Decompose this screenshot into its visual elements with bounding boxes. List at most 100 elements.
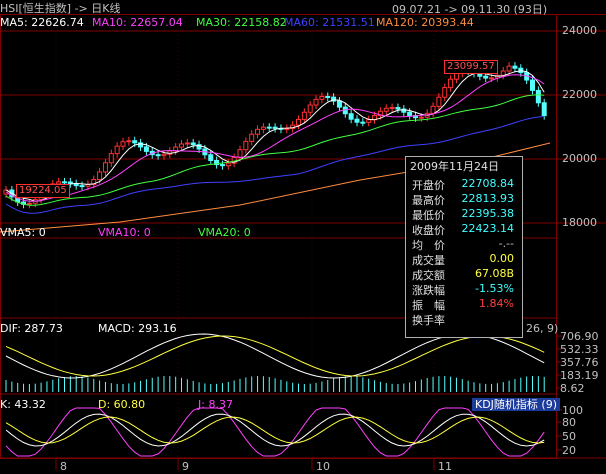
info-row-close: 收盘价 22423.14 [412, 222, 514, 237]
candle-body [108, 153, 114, 164]
ma120-legend: MA120: 20393.44 [376, 16, 474, 29]
kdj-tick-80: 80 [562, 416, 576, 429]
candle-body [26, 202, 32, 205]
d-line [5, 416, 545, 444]
ma5-legend: MA5: 22626.74 [0, 16, 84, 29]
candle-body [483, 75, 489, 79]
dea-line [5, 335, 545, 377]
price-tick-20000: 20000 [562, 152, 597, 165]
ma30-legend: MA30: 22158.82 [196, 16, 287, 29]
candle-body [336, 100, 342, 108]
candle-body [325, 95, 331, 98]
candle-body [255, 128, 261, 135]
info-row-low: 最低价 22395.38 [412, 207, 514, 222]
vma10-legend: VMA10: 0 [98, 226, 151, 239]
candle-body [161, 153, 167, 157]
j-legend: J: 8.37 [198, 398, 233, 411]
candle-body [114, 145, 120, 155]
kdj-tick-20: 20 [562, 444, 576, 457]
macd-tick-0: 706.90 [560, 330, 599, 343]
d-legend: D: 60.80 [98, 398, 146, 411]
k-legend: K: 43.32 [0, 398, 46, 411]
candle-body [354, 118, 360, 123]
candle-body [266, 126, 272, 129]
price-tick-24000: 24000 [562, 24, 597, 37]
candle-body [249, 133, 255, 142]
candle-body [418, 116, 424, 119]
candle-body [97, 171, 103, 181]
candle-body [190, 142, 196, 146]
info-row-amplitude: 振 幅 1.84% [412, 297, 514, 312]
quote-info-box: 2009年11月24日 开盘价 22708.84 最高价 22813.93 最低价 2… [405, 156, 523, 338]
candle-body [530, 79, 535, 91]
candle-body [360, 121, 366, 124]
macd-params-legend: 26, 9) [526, 322, 559, 335]
month-label-sep: 9 [182, 460, 189, 473]
candle-body [512, 65, 518, 69]
candle-body [366, 119, 372, 123]
info-row-open: 开盘价 22708.84 [412, 177, 514, 192]
month-label-oct: 10 [316, 460, 330, 473]
candle-body [348, 113, 354, 120]
candle-body [436, 96, 442, 107]
info-row-avg: 均 价 -.-- [412, 237, 514, 252]
info-row-change: 涨跌幅 -1.53% [412, 282, 514, 297]
macd-tick-3: 183.19 [560, 369, 599, 382]
price-tick-22000: 22000 [562, 88, 597, 101]
price-tick-18000: 18000 [562, 216, 597, 229]
candle-body [179, 143, 184, 148]
candle-body [313, 98, 319, 106]
candle-body [120, 141, 126, 147]
candle-body [489, 77, 495, 80]
k-line [5, 413, 545, 447]
j-line [5, 407, 545, 457]
info-row-turnover: 成交额 67.08B [412, 267, 514, 282]
candle-body [430, 105, 436, 114]
candle-body [237, 149, 243, 158]
kdj-indicator-tag[interactable]: KDJ随机指标 (9) [472, 398, 561, 411]
month-label-aug: 8 [60, 460, 67, 473]
period-range[interactable]: 09.07.21 -> 09.11.30 (93日) [392, 1, 547, 17]
macd-tick-2: 357.76 [560, 356, 599, 369]
candle-body [184, 142, 190, 145]
candle-body [126, 140, 132, 143]
info-row-high: 最高价 22813.93 [412, 192, 514, 207]
chart-title: HSI[恒生指数] -> 日K线 [0, 2, 121, 15]
candle-body [448, 78, 454, 89]
vma5-legend: VMA5: 0 [0, 226, 46, 239]
macd-tick-1: 532.33 [560, 343, 599, 356]
candle-body [62, 181, 67, 184]
candle-body [541, 102, 547, 117]
candle-body [506, 65, 512, 72]
candle-body [453, 72, 459, 80]
info-date: 2009年11月24日 [410, 160, 499, 173]
candle-body [395, 107, 401, 110]
candle-body [535, 89, 541, 104]
candle-body [155, 154, 161, 157]
candle-body [389, 107, 395, 110]
candle-body [208, 154, 214, 162]
vma20-legend: VMA20: 0 [198, 226, 251, 239]
candle-body [383, 107, 389, 112]
dif-line [5, 333, 545, 379]
macd-legend: MACD: 293.16 [98, 322, 177, 335]
candle-body [307, 104, 313, 113]
candle-body [500, 70, 506, 76]
candle-body [243, 140, 249, 151]
candle-body [143, 146, 149, 152]
ma60-legend: MA60: 21531.51 [284, 16, 375, 29]
dif-legend: DIF: 287.73 [0, 322, 63, 335]
candle-body [442, 87, 448, 98]
macd-tick-4: 8.62 [560, 382, 585, 395]
candle-body [132, 140, 138, 144]
candle-body [296, 118, 301, 126]
candle-body [219, 164, 225, 167]
high-price-flag: 23099.57 [444, 60, 498, 74]
low-price-flag: 19224.05 [16, 184, 70, 198]
info-row-volume: 成交量 0.00 [412, 252, 514, 267]
candle-body [79, 185, 85, 188]
candle-body [407, 111, 413, 117]
kdj-tick-50: 50 [562, 430, 576, 443]
info-row-turnover-rate: 换手率 [412, 314, 445, 327]
candle-body [319, 95, 325, 100]
